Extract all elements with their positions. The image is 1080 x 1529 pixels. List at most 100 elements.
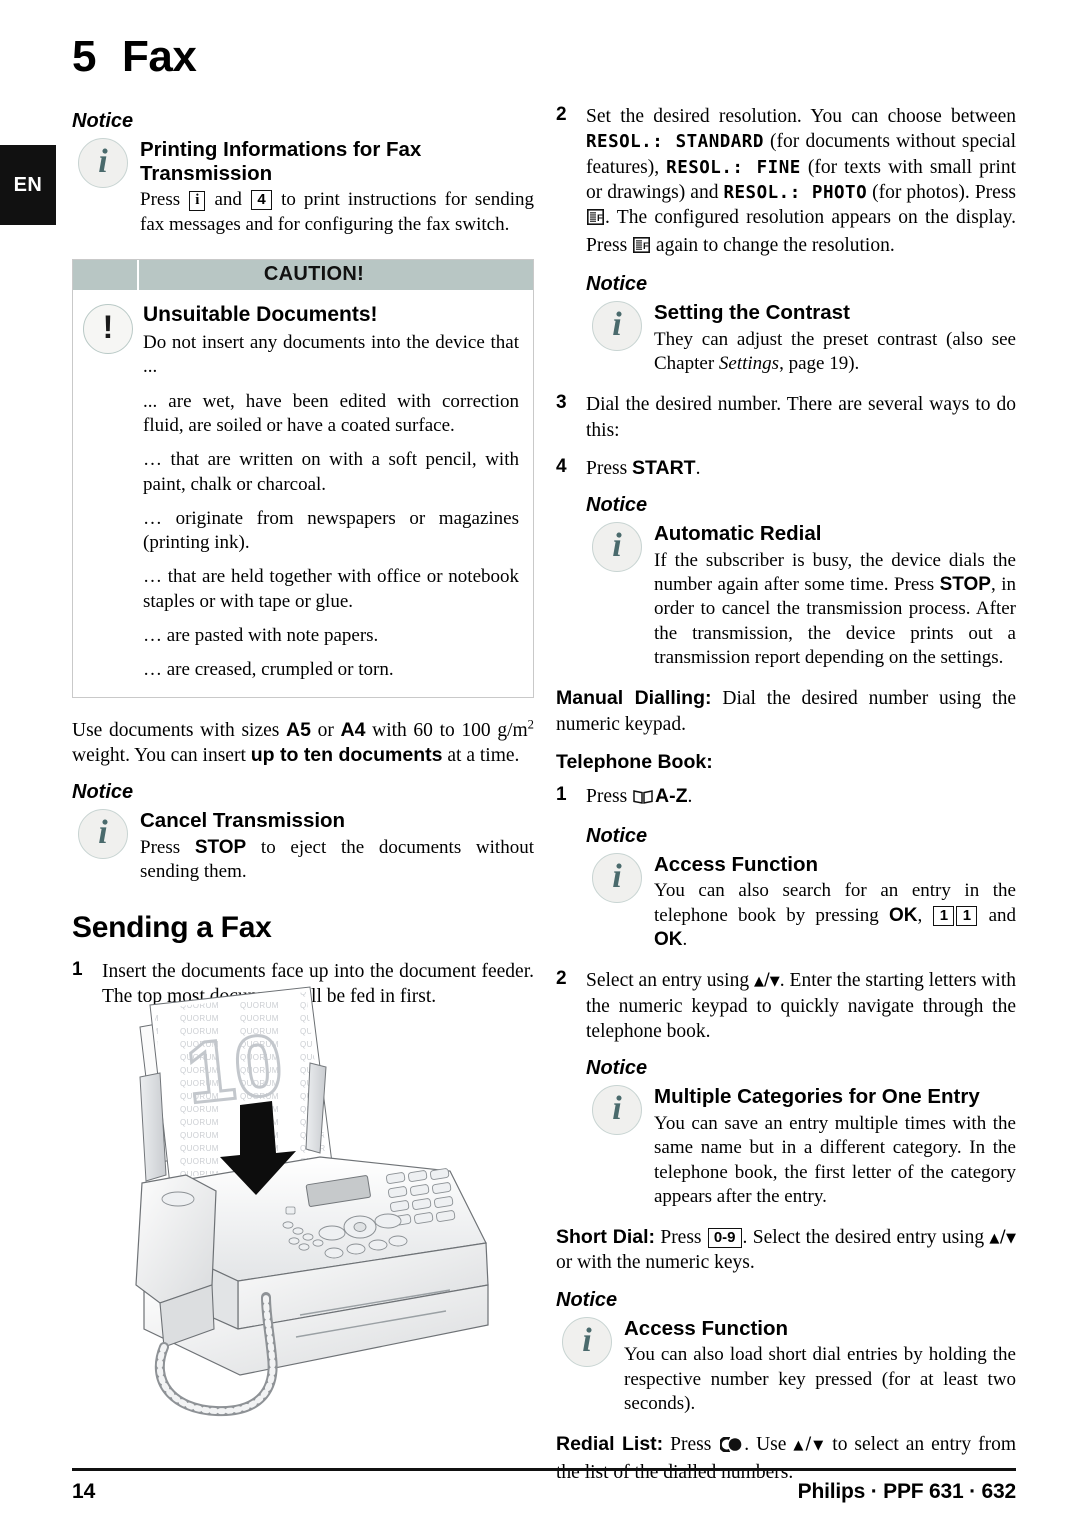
size-a5: A5 — [286, 718, 311, 741]
redial-list-label: Redial List: — [556, 1433, 664, 1456]
notice-label: Notice — [72, 781, 134, 804]
step-item: 3 Dial the desired number. There are sev… — [556, 392, 1016, 443]
notice-heading: Printing Informations for Fax Transmissi… — [140, 138, 422, 185]
right-column: 2 Set the desired resolution. You can ch… — [556, 104, 1016, 1498]
text-run: with 60 to 100 g/m — [365, 719, 528, 741]
key-start-label: START — [632, 456, 696, 479]
info-icon: i — [592, 301, 642, 352]
text-run: weight. You can insert — [72, 745, 251, 767]
step-number: 1 — [556, 784, 567, 806]
text-run: or — [310, 719, 341, 741]
key-1-icon: 1 — [933, 905, 955, 926]
key-i-icon: i — [189, 191, 206, 212]
resolution-key-icon: F — [633, 235, 651, 260]
caution-content: ! Unsuitable Documents! Do not insert an… — [73, 290, 533, 697]
telephone-book-label: Telephone Book: — [556, 751, 713, 774]
footer: 14 Philips · PPF 631 · 632 — [72, 1480, 1016, 1504]
text-run: , — [917, 904, 933, 926]
warning-icon: ! — [83, 303, 133, 354]
manual-dialling-label: Manual Dialling: — [556, 687, 712, 710]
notice-access-function-short-dial: i Access Function You can also load shor… — [556, 1316, 1016, 1417]
short-dial-paragraph: Short Dial: Press 0-9. Select the desire… — [556, 1225, 1016, 1276]
caution-paragraph: Do not insert any documents into the dev… — [143, 331, 519, 378]
text-run: (for photos). Press — [867, 182, 1017, 204]
text-run: . Use — [744, 1434, 794, 1456]
caution-header-divider — [137, 259, 139, 290]
superscript-2: 2 — [527, 717, 534, 732]
up-down-arrows-icon: ▲/▼ — [753, 970, 780, 991]
text-run: and — [978, 904, 1016, 926]
notice-label: Notice — [586, 824, 648, 847]
info-icon: i — [78, 138, 128, 189]
text-run: Use documents with sizes — [72, 719, 287, 741]
footer-divider — [72, 1468, 1016, 1471]
notice-label: Notice — [72, 110, 134, 133]
notice-label: Notice — [586, 273, 648, 296]
document-sizes-paragraph: Use documents with sizes A5 or A4 with 6… — [72, 718, 534, 769]
info-icon: i — [592, 522, 642, 573]
notice-heading: Multiple Categories for One Entry — [654, 1085, 980, 1109]
up-down-arrows-icon: ▲/▼ — [989, 1227, 1017, 1248]
text-run: Press — [140, 189, 189, 211]
info-icon: i — [78, 809, 128, 860]
text-run: again to change the resolution. — [651, 234, 895, 256]
up-down-arrows-icon: ▲/▼ — [793, 1434, 826, 1455]
manual-page: EN 5 Fax Notice i Printing Informations f… — [0, 0, 1080, 1529]
text-run: , page 19). — [779, 352, 860, 374]
caution-paragraph: … are creased, crumpled or torn. — [143, 659, 394, 681]
key-stop-label: STOP — [194, 836, 247, 858]
key-stop-label: STOP — [939, 574, 991, 596]
step-text: Press START. — [586, 456, 1016, 481]
step-item: 1 Press A-Z. — [556, 784, 1016, 811]
caution-header-label: CAUTION! — [263, 263, 365, 286]
notice-heading: Access Function — [654, 852, 819, 876]
text-run: at a time. — [442, 745, 520, 767]
max-documents: up to ten documents — [250, 744, 443, 767]
notice-label: Notice — [586, 1057, 648, 1080]
notice-cancel-transmission: i Cancel Transmission Press STOP to ejec… — [72, 809, 534, 884]
text-run: Set the desired resolution. You can choo… — [586, 106, 1016, 127]
footer-product-name: Philips · PPF 631 · 632 — [797, 1480, 1017, 1503]
info-icon: i — [592, 852, 642, 903]
left-column: 5 Fax Notice i Printing Informations for … — [72, 33, 534, 1022]
redial-key-icon — [719, 1434, 742, 1459]
caution-box: CAUTION! ! Unsuitable Documents! Do not … — [72, 258, 534, 698]
text-run: . Select the desired entry using — [742, 1227, 990, 1249]
notice-heading: Access Function — [624, 1316, 789, 1340]
notice-setting-contrast: i Setting the Contrast They can adjust t… — [586, 301, 1016, 376]
notice-body: You can save an entry multiple times wit… — [654, 1112, 1016, 1207]
notice-automatic-redial: i Automatic Redial If the subscriber is … — [586, 522, 1016, 670]
info-icon: i — [592, 1085, 642, 1136]
footer-page-number: 14 — [72, 1480, 96, 1503]
language-tab: EN — [0, 145, 56, 225]
notice-body: Press STOP to eject the documents withou… — [140, 836, 534, 885]
text-run: Press — [586, 786, 633, 808]
language-tab-label: EN — [13, 173, 43, 196]
page-title: 5 Fax — [72, 33, 534, 80]
size-a4: A4 — [340, 718, 366, 741]
text-run: . — [687, 786, 693, 808]
info-icon: i — [562, 1316, 612, 1367]
notice-body: You can also search for an entry in the … — [654, 879, 1016, 952]
step-item: 2 Select an entry using ▲/▼. Enter the s… — [556, 968, 1016, 1044]
notice-body: You can also load short dial entries by … — [624, 1344, 1016, 1414]
notice-access-function-telephone-book: i Access Function You can also search fo… — [586, 852, 1016, 953]
step-item: 4 Press START. — [556, 456, 1016, 481]
key-0-9-icon: 0-9 — [707, 1228, 742, 1249]
resolution-key-icon: F — [587, 207, 604, 232]
notice-body: If the subscriber is busy, the device di… — [654, 549, 1016, 671]
text-run: and — [206, 189, 250, 211]
step-number: 2 — [556, 968, 567, 990]
text-run: Select an entry using — [586, 970, 754, 992]
notice-label: Notice — [556, 1288, 618, 1311]
caution-paragraph: … that are written on with a soft pencil… — [143, 449, 519, 495]
cross-reference-settings: Settings — [718, 352, 780, 374]
caution-paragraph: … are pasted with note papers. — [143, 625, 379, 647]
step-number: 1 — [72, 958, 83, 980]
svg-text:F: F — [643, 241, 649, 252]
key-az-label: A-Z — [655, 785, 688, 808]
manual-dialling-paragraph: Manual Dialling: Dial the desired number… — [556, 686, 1016, 737]
fax-machine-illustration: QUORUM 10 — [120, 985, 540, 1425]
notice-heading: Setting the Contrast — [654, 301, 850, 325]
text-run: . — [682, 928, 688, 950]
